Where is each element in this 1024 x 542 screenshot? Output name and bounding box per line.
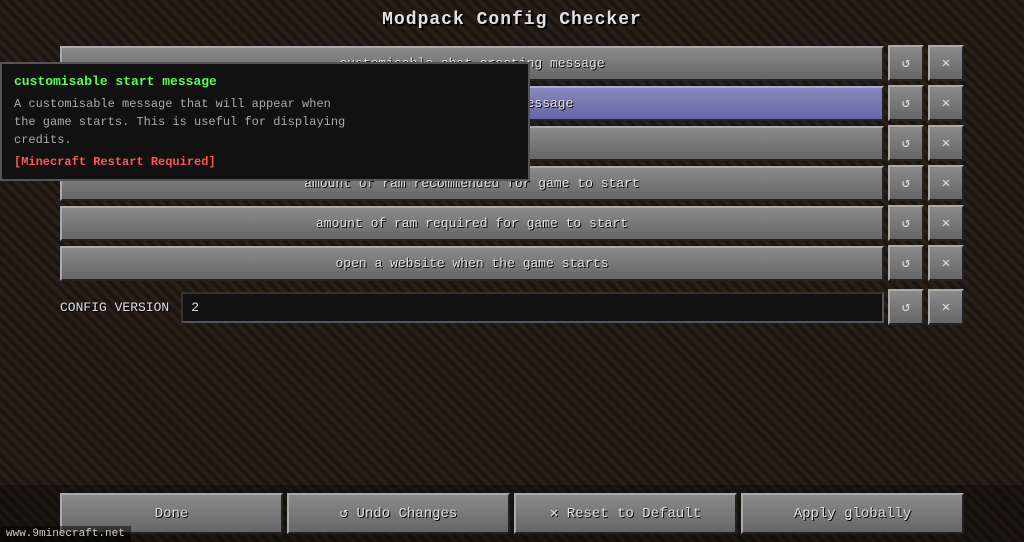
apply-globally-button[interactable]: Apply globally — [741, 493, 964, 534]
tooltip-description: A customisable message that will appear … — [14, 95, 516, 149]
default-icon-3[interactable]: ✕ — [928, 125, 964, 161]
config-btn-5[interactable]: amount of ram required for game to start — [60, 206, 884, 241]
default-icon-1[interactable]: ✕ — [928, 45, 964, 81]
tooltip-title: customisable start message — [14, 74, 516, 89]
config-row-5: amount of ram required for game to start… — [60, 205, 964, 241]
default-icon-2[interactable]: ✕ — [928, 85, 964, 121]
reset-icon-1[interactable]: ↺ — [888, 45, 924, 81]
reset-icon-4[interactable]: ↺ — [888, 165, 924, 201]
reset-icon-version[interactable]: ↺ — [888, 289, 924, 325]
default-icon-version[interactable]: ✕ — [928, 289, 964, 325]
reset-icon-3[interactable]: ↺ — [888, 125, 924, 161]
default-icon-5[interactable]: ✕ — [928, 205, 964, 241]
reset-icon-2[interactable]: ↺ — [888, 85, 924, 121]
config-btn-6[interactable]: open a website when the game starts — [60, 246, 884, 281]
default-icon-4[interactable]: ✕ — [928, 165, 964, 201]
config-version-input[interactable] — [181, 292, 884, 323]
config-row-6: open a website when the game starts ↺ ✕ — [60, 245, 964, 281]
config-version-label: CONFIG VERSION — [60, 300, 177, 315]
bottom-toolbar: Done ↺ Undo Changes ✕ Reset to Default A… — [0, 485, 1024, 542]
config-version-row: CONFIG VERSION ↺ ✕ — [60, 289, 964, 325]
reset-icon-6[interactable]: ↺ — [888, 245, 924, 281]
reset-default-button[interactable]: ✕ Reset to Default — [514, 493, 737, 534]
page-title: Modpack Config Checker — [0, 0, 1024, 40]
tooltip-popup: customisable start message A customisabl… — [0, 62, 530, 181]
watermark: www.9minecraft.net — [0, 526, 131, 542]
default-icon-6[interactable]: ✕ — [928, 245, 964, 281]
reset-icon-5[interactable]: ↺ — [888, 205, 924, 241]
undo-button[interactable]: ↺ Undo Changes — [287, 493, 510, 534]
tooltip-restart-notice: [Minecraft Restart Required] — [14, 155, 516, 169]
